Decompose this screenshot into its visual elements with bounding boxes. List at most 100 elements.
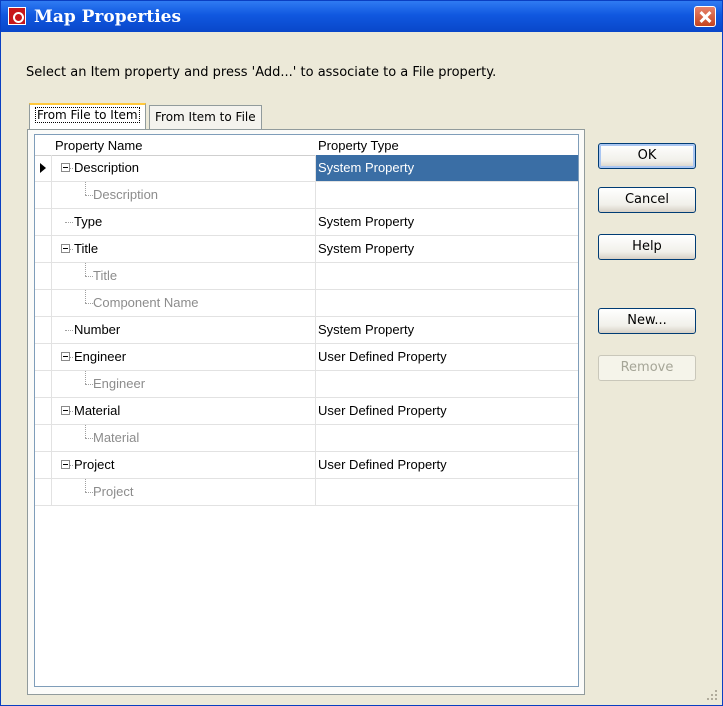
mapped-property-name: Material xyxy=(93,430,140,445)
tree-connector xyxy=(85,182,86,195)
tree-connector xyxy=(65,330,73,331)
tree-connector xyxy=(85,290,86,303)
tab-from-item-to-file[interactable]: From Item to File xyxy=(149,105,262,129)
table-row[interactable]: Title xyxy=(35,263,578,290)
table-row[interactable]: Type System Property xyxy=(35,209,578,236)
map-properties-dialog: Map Properties Select an Item property a… xyxy=(0,0,723,706)
property-name-cell[interactable]: Engineer xyxy=(52,344,315,370)
property-name-cell[interactable]: Title xyxy=(52,236,315,262)
tab-label: From Item to File xyxy=(155,110,256,124)
tree-connector xyxy=(85,263,86,276)
column-separator xyxy=(315,425,316,451)
table-row[interactable]: Component Name xyxy=(35,290,578,317)
property-type[interactable]: System Property xyxy=(318,241,414,256)
column-separator xyxy=(315,317,316,343)
column-separator xyxy=(315,452,316,478)
property-name: Description xyxy=(74,160,140,175)
tab-from-file-to-item[interactable]: From File to Item xyxy=(29,103,146,130)
property-type: System Property xyxy=(318,160,415,175)
column-separator xyxy=(315,398,316,424)
property-name-cell[interactable]: Title xyxy=(52,263,315,289)
row-header[interactable] xyxy=(35,452,52,478)
help-button[interactable]: Help xyxy=(598,234,696,260)
column-separator xyxy=(315,371,316,397)
title-bar[interactable]: Map Properties xyxy=(1,1,722,32)
table-row[interactable]: Project User Defined Property xyxy=(35,452,578,479)
row-header[interactable] xyxy=(35,182,52,208)
property-name-cell[interactable]: Project xyxy=(52,479,315,505)
column-separator xyxy=(315,479,316,505)
table-row[interactable]: Description xyxy=(35,182,578,209)
collapse-icon[interactable] xyxy=(61,244,70,253)
tree-connector xyxy=(85,492,93,493)
column-header-property-name[interactable]: Property Name xyxy=(55,138,142,153)
property-name-cell[interactable]: Engineer xyxy=(52,371,315,397)
close-icon[interactable] xyxy=(694,6,716,27)
cancel-button[interactable]: Cancel xyxy=(598,187,696,213)
row-header[interactable] xyxy=(35,263,52,289)
tree-connector xyxy=(85,438,93,439)
property-name-cell[interactable]: Material xyxy=(52,425,315,451)
property-grid[interactable]: Property Name Property Type Description S… xyxy=(34,134,579,687)
collapse-icon[interactable] xyxy=(61,352,70,361)
row-header[interactable] xyxy=(35,371,52,397)
remove-button[interactable]: Remove xyxy=(598,355,696,381)
property-name: Type xyxy=(74,214,103,229)
row-header[interactable] xyxy=(35,290,52,316)
column-separator xyxy=(315,209,316,235)
property-type[interactable]: User Defined Property xyxy=(318,349,447,364)
mapped-property-name: Title xyxy=(93,268,118,283)
property-name: Title xyxy=(74,241,99,256)
tree-connector xyxy=(85,371,86,384)
row-header[interactable] xyxy=(35,425,52,451)
row-header[interactable] xyxy=(35,344,52,370)
column-separator xyxy=(315,290,316,316)
row-header[interactable] xyxy=(35,398,52,424)
property-name-cell[interactable]: Material xyxy=(52,398,315,424)
mapped-property-name: Component Name xyxy=(93,295,199,310)
property-type[interactable]: User Defined Property xyxy=(318,403,447,418)
tab-label: From File to Item xyxy=(35,107,140,123)
table-row[interactable]: Project xyxy=(35,479,578,506)
row-header[interactable] xyxy=(35,236,52,262)
selected-cell[interactable]: System Property xyxy=(316,155,578,181)
row-header[interactable] xyxy=(35,209,52,235)
table-row[interactable]: Engineer User Defined Property xyxy=(35,344,578,371)
resize-grip-icon[interactable] xyxy=(706,689,718,701)
app-logo-icon xyxy=(8,7,26,25)
column-header-property-type[interactable]: Property Type xyxy=(318,138,399,153)
property-name-cell[interactable]: Number xyxy=(52,317,315,343)
new-button[interactable]: New... xyxy=(598,308,696,334)
row-header[interactable] xyxy=(35,155,52,181)
property-name-cell[interactable]: Project xyxy=(52,452,315,478)
table-row[interactable]: Title System Property xyxy=(35,236,578,263)
tree-connector xyxy=(85,384,93,385)
property-type[interactable]: User Defined Property xyxy=(318,457,447,472)
tree-connector xyxy=(85,303,93,304)
collapse-icon[interactable] xyxy=(61,460,70,469)
table-row[interactable]: Engineer xyxy=(35,371,578,398)
ok-button[interactable]: OK xyxy=(598,143,696,169)
collapse-icon[interactable] xyxy=(61,406,70,415)
column-separator xyxy=(315,344,316,370)
property-name-cell[interactable]: Description xyxy=(52,155,315,181)
row-header[interactable] xyxy=(35,317,52,343)
table-row[interactable]: Description System Property xyxy=(35,155,578,182)
table-row[interactable]: Material User Defined Property xyxy=(35,398,578,425)
instruction-text: Select an Item property and press 'Add..… xyxy=(26,65,497,80)
table-row[interactable]: Material xyxy=(35,425,578,452)
tree-connector xyxy=(85,425,86,438)
collapse-icon[interactable] xyxy=(61,163,70,172)
property-type[interactable]: System Property xyxy=(318,322,414,337)
column-separator xyxy=(315,182,316,208)
row-header[interactable] xyxy=(35,479,52,505)
tree-connector xyxy=(85,276,93,277)
mapped-property-name: Description xyxy=(93,187,159,202)
property-name-cell[interactable]: Type xyxy=(52,209,315,235)
dialog-title: Map Properties xyxy=(34,7,182,27)
column-separator xyxy=(315,236,316,262)
property-name-cell[interactable]: Component Name xyxy=(52,290,315,316)
table-row[interactable]: Number System Property xyxy=(35,317,578,344)
property-type[interactable]: System Property xyxy=(318,214,414,229)
property-name-cell[interactable]: Description xyxy=(52,182,315,208)
